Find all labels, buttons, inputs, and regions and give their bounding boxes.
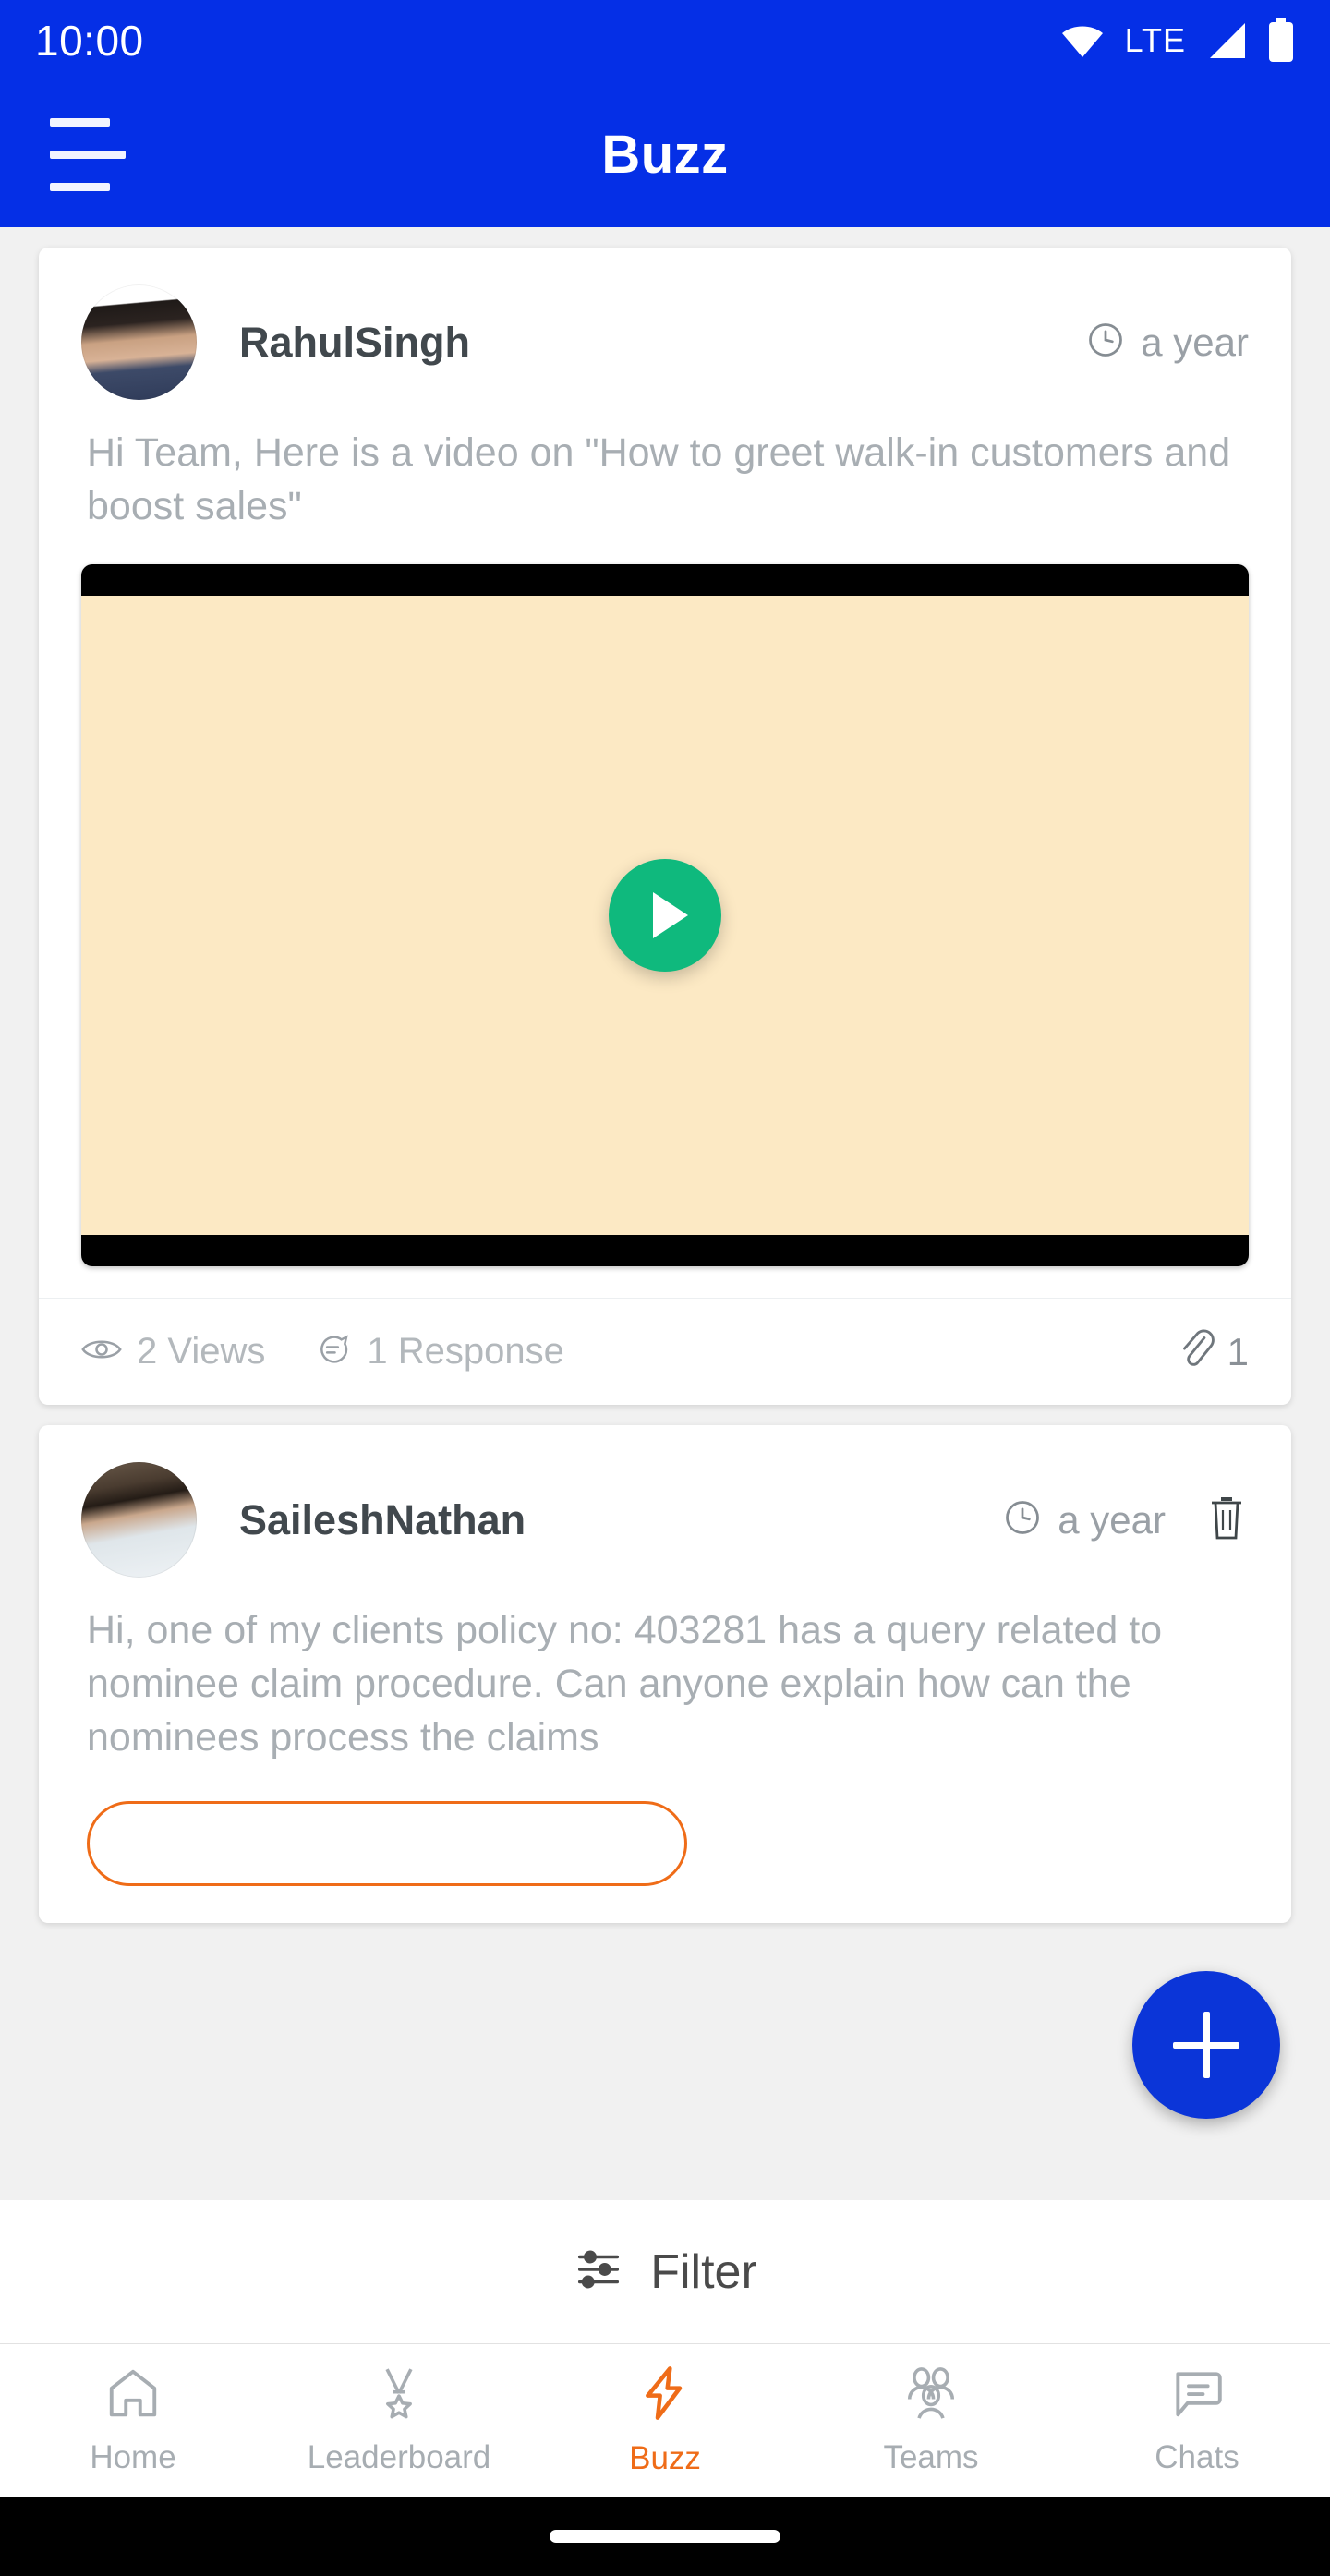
signal-icon (1206, 21, 1247, 60)
status-bar: 10:00 LTE (0, 0, 1330, 81)
post-time-label: a year (1141, 320, 1249, 364)
nav-item-teams[interactable]: Teams (798, 2344, 1064, 2497)
filter-sliders-icon (573, 2244, 624, 2299)
play-icon[interactable] (609, 859, 721, 973)
attachment-stat[interactable]: 1 (1176, 1326, 1249, 1377)
home-icon (103, 2364, 163, 2426)
nav-label-leaderboard: Leaderboard (307, 2439, 491, 2475)
avatar[interactable] (81, 284, 197, 400)
post-author-name: SaileshNathan (239, 1495, 526, 1543)
nav-label-chats: Chats (1155, 2439, 1239, 2475)
nav-item-chats[interactable]: Chats (1064, 2344, 1330, 2497)
post-media (39, 542, 1291, 1298)
clock-icon (1002, 1497, 1043, 1542)
post-author-name: RahulSingh (239, 318, 470, 366)
post-body-text: Hi, one of my clients policy no: 403281 … (87, 1608, 1163, 1760)
trash-icon[interactable] (1204, 1494, 1249, 1546)
video-player[interactable] (81, 564, 1249, 1267)
post-header: RahulSingh a year (39, 248, 1291, 409)
post-time-label: a year (1058, 1497, 1166, 1542)
app-bar: Buzz (0, 81, 1330, 227)
post-meta: a year (1002, 1494, 1249, 1546)
clock-icon (1085, 320, 1126, 365)
nav-item-leaderboard[interactable]: Leaderboard (266, 2344, 532, 2497)
post-body-text: Hi Team, Here is a video on "How to gree… (87, 430, 1231, 529)
responses-stat[interactable]: 1 Response (313, 1331, 564, 1373)
status-bar-icons: LTE (1060, 18, 1295, 63)
post-time: a year (1002, 1497, 1166, 1542)
chat-bubble-icon (1167, 2364, 1227, 2426)
paperclip-icon (1176, 1326, 1216, 1377)
hamburger-menu-icon[interactable] (50, 112, 133, 197)
gesture-pill[interactable] (550, 2530, 780, 2543)
create-post-fab[interactable] (1132, 1971, 1280, 2119)
feed-scroll-area[interactable]: RahulSingh a year Hi Team, Here is a vid… (0, 227, 1330, 2200)
wifi-icon (1060, 22, 1105, 59)
people-icon (900, 2364, 962, 2426)
post-stats-bar: 2 Views 1 Response 1 (39, 1298, 1291, 1405)
post-header: SaileshNathan a year (39, 1425, 1291, 1587)
hamburger-line (50, 150, 126, 159)
lightning-icon (635, 2364, 695, 2427)
nav-label-buzz: Buzz (629, 2440, 701, 2476)
network-type-label: LTE (1124, 21, 1186, 59)
nav-label-home: Home (90, 2439, 176, 2475)
filter-label: Filter (650, 2244, 757, 2299)
status-bar-clock: 10:00 (35, 17, 144, 65)
medal-icon (369, 2364, 429, 2426)
attachment-count-label: 1 (1227, 1329, 1249, 1373)
comment-icon (313, 1331, 352, 1373)
post-meta: a year (1085, 320, 1249, 365)
bottom-navigation-bar: Home Leaderboard Buzz Teams Chats (0, 2344, 1330, 2497)
nav-item-home[interactable]: Home (0, 2344, 266, 2497)
app-screen: 10:00 LTE Buzz RahulSingh a year Hi Team… (0, 0, 1330, 2576)
post-time: a year (1085, 320, 1249, 365)
battery-icon (1267, 18, 1295, 63)
post-action-button[interactable] (87, 1801, 687, 1887)
hamburger-line (50, 117, 110, 127)
post-card[interactable]: RahulSingh a year Hi Team, Here is a vid… (39, 248, 1291, 1406)
responses-count-label: 1 Response (367, 1331, 564, 1373)
eye-icon (81, 1334, 122, 1370)
filter-bar[interactable]: Filter (0, 2200, 1330, 2344)
avatar[interactable] (81, 1462, 197, 1578)
post-card[interactable]: SaileshNathan a year Hi, one of my clien… (39, 1425, 1291, 1924)
views-stat[interactable]: 2 Views (81, 1331, 265, 1373)
page-title: Buzz (601, 124, 729, 185)
nav-item-buzz[interactable]: Buzz (532, 2344, 798, 2497)
views-count-label: 2 Views (137, 1331, 266, 1373)
nav-label-teams: Teams (883, 2439, 979, 2475)
system-navigation-bar (0, 2497, 1330, 2576)
hamburger-line (50, 182, 110, 191)
